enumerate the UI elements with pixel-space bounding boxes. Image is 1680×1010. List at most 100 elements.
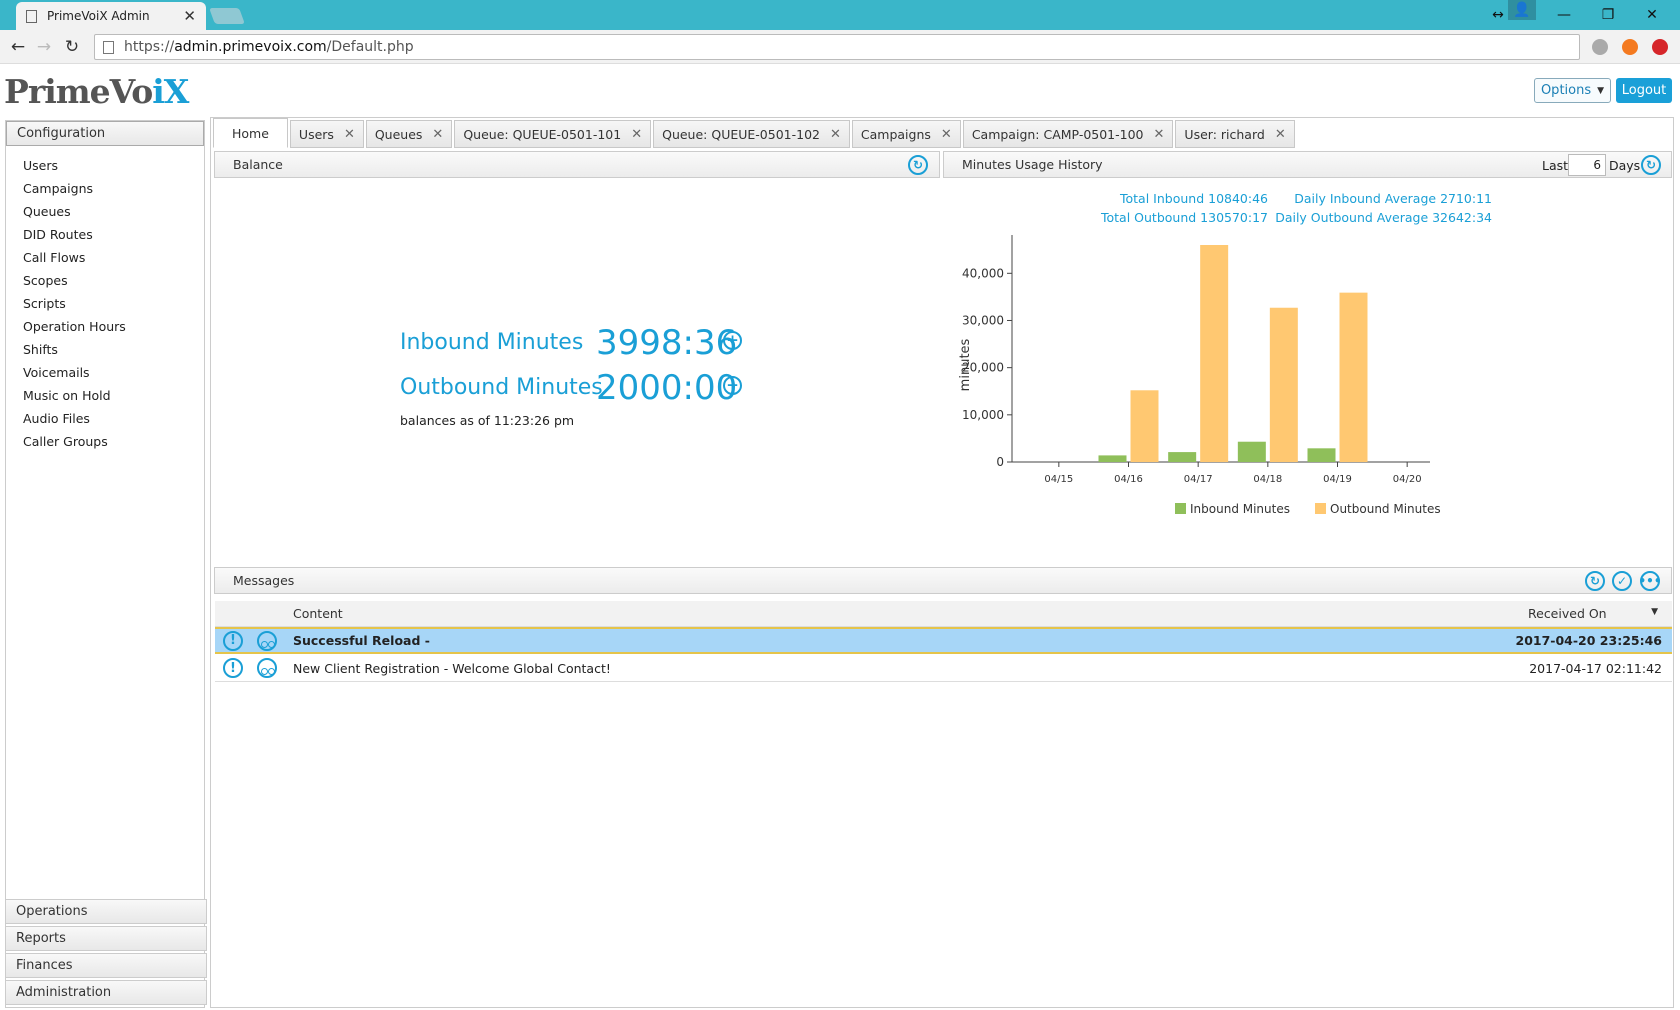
logout-button[interactable]: Logout (1616, 78, 1672, 103)
alert-icon: ! (223, 630, 243, 651)
add-inbound-icon[interactable]: + (723, 331, 742, 350)
url-path: /Default.php (326, 39, 414, 55)
refresh-balance-icon[interactable]: ↻ (908, 155, 928, 175)
tab-user-richard[interactable]: User: richard ✕ (1175, 120, 1295, 148)
bar-outbound-minutes (1200, 245, 1229, 462)
daily-inbound-average: Daily Inbound Average 2710:11 (1294, 191, 1492, 206)
refresh-messages-icon[interactable]: ↻ (1585, 571, 1605, 591)
messages-grid-header: Content Received On ▼ (215, 601, 1672, 627)
sidebar-section-configuration[interactable]: Configuration (6, 121, 204, 146)
bar-outbound-minutes (1130, 390, 1159, 462)
outbound-minutes-label: Outbound Minutes (400, 375, 603, 400)
sidebar-item-campaigns[interactable]: Campaigns (23, 177, 204, 200)
message-row[interactable]: ! Successful Reload - 2017-04-20 23:25:4… (215, 627, 1672, 654)
close-tab-icon[interactable]: ✕ (1275, 127, 1286, 142)
bar-outbound-minutes (1269, 307, 1298, 462)
message-content: New Client Registration - Welcome Global… (293, 660, 611, 676)
sidebar-item-scopes[interactable]: Scopes (23, 269, 204, 292)
message-received: 2017-04-20 23:25:46 (1515, 633, 1663, 648)
tab-strip: Home Users ✕ Queues ✕ Queue: QUEUE-0501-10… (211, 118, 1295, 148)
system-icon (257, 658, 277, 678)
close-window-button[interactable]: ✕ (1634, 0, 1670, 30)
tab-queue-102[interactable]: Queue: QUEUE-0501-102 ✕ (653, 120, 850, 148)
address-bar[interactable]: https://admin.primevoix.com/Default.php (94, 34, 1580, 60)
url-scheme: https:// (124, 39, 175, 55)
column-received-on[interactable]: Received On (1528, 606, 1607, 621)
sidebar-section-finances[interactable]: Finances (5, 953, 207, 978)
sidebar-item-users[interactable]: Users (23, 154, 204, 177)
message-content: Successful Reload - (293, 633, 430, 648)
back-button[interactable]: ← (8, 38, 28, 58)
extension-red-icon[interactable] (1652, 39, 1668, 55)
days-label: Days (1609, 158, 1641, 173)
sidebar-item-audio-files[interactable]: Audio Files (23, 407, 204, 430)
restore-button[interactable]: ❐ (1590, 0, 1626, 30)
sidebar-item-caller-groups[interactable]: Caller Groups (23, 430, 204, 453)
usage-chart: 010,00020,00030,00040,00004/15 04/16 04/17… (958, 235, 1441, 516)
balance-timestamp: balances as of 11:23:26 pm (400, 413, 575, 428)
extension-chat-icon[interactable] (1592, 39, 1608, 55)
tab-campaign-100[interactable]: Campaign: CAMP-0501-100 ✕ (962, 120, 1174, 148)
legend-swatch (1315, 503, 1326, 514)
options-button[interactable]: Options ▼ (1534, 78, 1611, 103)
new-tab-button[interactable] (209, 8, 245, 24)
y-tick-label: 40,000 (962, 266, 1004, 280)
tab-queue-101[interactable]: Queue: QUEUE-0501-101 ✕ (454, 120, 652, 148)
close-tab-icon[interactable]: ✕ (941, 127, 952, 142)
sidebar-item-call-flows[interactable]: Call Flows (23, 246, 204, 269)
outbound-minutes-value: 2000:00 (596, 368, 738, 408)
sort-desc-icon[interactable]: ▼ (1651, 607, 1658, 617)
x-tick-label: 04/16 (1114, 474, 1143, 485)
forward-button[interactable]: → (34, 38, 54, 58)
refresh-usage-icon[interactable]: ↻ (1641, 155, 1661, 175)
days-input[interactable]: 6 (1568, 154, 1606, 176)
sidebar-item-operation-hours[interactable]: Operation Hours (23, 315, 204, 338)
close-tab-icon[interactable]: ✕ (631, 127, 642, 142)
close-tab-icon[interactable]: ✕ (1154, 127, 1165, 142)
x-tick-label: 04/15 (1044, 474, 1073, 485)
inbound-minutes-value: 3998:36 (596, 323, 738, 363)
tab-campaigns[interactable]: Campaigns ✕ (851, 120, 961, 148)
sidebar-item-queues[interactable]: Queues (23, 200, 204, 223)
tab-users[interactable]: Users ✕ (289, 120, 364, 148)
browser-tab-title: PrimeVoiX Admin (47, 9, 150, 23)
page-info-icon[interactable] (103, 40, 114, 54)
sidebar-section-operations[interactable]: Operations (5, 899, 207, 924)
sidebar-item-shifts[interactable]: Shifts (23, 338, 204, 361)
column-content[interactable]: Content (293, 606, 343, 621)
sidebar-item-did-routes[interactable]: DID Routes (23, 223, 204, 246)
message-received: 2017-04-17 02:11:42 (1529, 660, 1662, 676)
sidebar-item-scripts[interactable]: Scripts (23, 292, 204, 315)
reload-button[interactable]: ↻ (62, 38, 82, 58)
close-tab-icon[interactable]: ✕ (432, 127, 443, 142)
legend-swatch (1175, 503, 1186, 514)
profile-icon[interactable]: 👤 (1508, 0, 1536, 20)
sidebar-section-administration[interactable]: Administration (5, 980, 207, 1005)
tab-queues[interactable]: Queues ✕ (365, 120, 453, 148)
close-tab-icon[interactable]: ✕ (830, 127, 841, 142)
close-tab-icon[interactable]: ✕ (344, 127, 355, 142)
browser-titlebar: PrimeVoiX Admin ✕ ↔ 👤 — ❐ ✕ (0, 0, 1680, 30)
x-tick-label: 04/17 (1184, 474, 1213, 485)
message-row[interactable]: ! New Client Registration - Welcome Glob… (215, 655, 1672, 682)
bar-outbound-minutes (1339, 292, 1368, 462)
mark-read-icon[interactable]: ✓ (1612, 571, 1632, 591)
minimize-button[interactable]: — (1546, 0, 1582, 30)
tab-home[interactable]: Home (213, 118, 288, 148)
caret-down-icon: ▼ (1597, 85, 1605, 96)
sidebar-section-reports[interactable]: Reports (5, 926, 207, 951)
browser-tab[interactable]: PrimeVoiX Admin ✕ (16, 2, 206, 30)
balance-panel-header: Balance (214, 151, 940, 178)
sidebar-item-music-on-hold[interactable]: Music on Hold (23, 384, 204, 407)
more-options-icon[interactable]: ••• (1639, 571, 1662, 591)
app-logo: PrimeVoiX (4, 72, 189, 111)
y-tick-label: 0 (996, 455, 1004, 469)
x-tick-label: 04/20 (1393, 474, 1422, 485)
sidebar-item-voicemails[interactable]: Voicemails (23, 361, 204, 384)
extension-orange-icon[interactable] (1622, 39, 1638, 55)
system-icon (257, 630, 277, 651)
last-label: Last (1542, 158, 1569, 173)
add-outbound-icon[interactable]: + (723, 376, 742, 395)
bar-inbound-minutes (1098, 455, 1127, 462)
close-tab-icon[interactable]: ✕ (183, 7, 196, 25)
